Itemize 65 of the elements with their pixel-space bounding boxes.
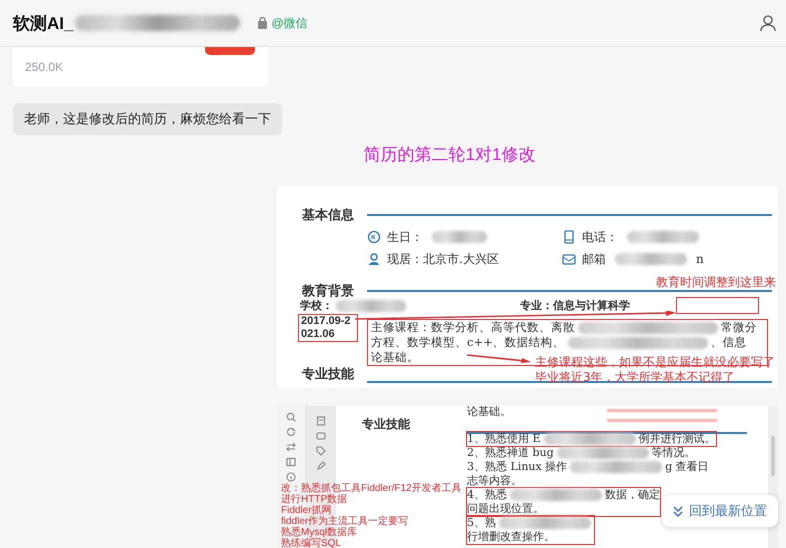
field-label: 电话： bbox=[582, 228, 618, 246]
double-chevron-icon bbox=[673, 506, 683, 516]
phone-icon bbox=[562, 230, 576, 244]
document-text: 5、熟 bbox=[467, 516, 496, 530]
course-text: 、信息 bbox=[710, 335, 747, 350]
birthday-icon bbox=[367, 230, 381, 244]
person-icon bbox=[760, 14, 778, 32]
field-value: n bbox=[696, 252, 704, 266]
annotation-text: 毕业将近3年，大学所学基本不记得了 bbox=[535, 370, 735, 385]
search-icon bbox=[286, 412, 296, 422]
panel-icon bbox=[286, 457, 296, 467]
section-heading: 专业技能 bbox=[362, 418, 411, 430]
swap-icon bbox=[286, 442, 296, 452]
school-label: 学校： bbox=[300, 298, 333, 313]
comment-icon bbox=[316, 431, 326, 441]
document-text: 问题出现位置。 bbox=[467, 502, 544, 516]
document-text: 论基础。 bbox=[467, 406, 512, 418]
document-text: 行增删改查操作。 bbox=[467, 530, 555, 544]
document-text: 数据，确定 bbox=[605, 488, 660, 502]
jump-to-latest-button[interactable]: 回到最新位置 bbox=[662, 495, 778, 527]
education-dates: 021.06 bbox=[301, 328, 336, 341]
section-heading: 专业技能 bbox=[302, 367, 355, 383]
file-action-button[interactable] bbox=[205, 47, 255, 55]
annotation-text: 熟练编写SQL bbox=[281, 538, 342, 548]
section-heading: 教育背景 bbox=[302, 282, 355, 300]
field-label: 现居：北京市.大兴区 bbox=[387, 250, 499, 268]
annotation-text: 改：熟悉抓包工具Fiddler/F12开发者工具 bbox=[281, 483, 462, 494]
course-text: 论基础。 bbox=[371, 350, 419, 365]
arrow bbox=[467, 354, 531, 364]
annotation-text: fiddler作为主流工具一定要写 bbox=[281, 516, 408, 527]
course-text: 主修课程：数学分析、高等代数、离散 bbox=[371, 320, 575, 335]
annotation-text: Fiddler抓网 bbox=[281, 505, 332, 516]
refresh-icon bbox=[286, 427, 296, 437]
document-text: 2、熟悉禅道 bug bbox=[467, 446, 554, 460]
location-icon bbox=[367, 252, 381, 266]
tag-icon bbox=[316, 446, 326, 456]
document-text: 等情况。 bbox=[652, 446, 696, 460]
document-text: g 查看日 bbox=[665, 460, 709, 474]
document-text: 1、熟悉使用 E bbox=[467, 432, 541, 446]
annotation-text: 熟悉Mysql数据库 bbox=[281, 527, 358, 538]
message-bubble: 老师，这是修改后的简历，麻烦您给看一下 bbox=[13, 103, 282, 135]
blurred-text bbox=[336, 300, 406, 312]
mail-icon bbox=[562, 252, 576, 266]
education-dates: 2017.09-2 bbox=[301, 315, 352, 328]
document-icon bbox=[316, 416, 326, 426]
pen-icon bbox=[316, 461, 326, 471]
document-text: 例并进行测试。 bbox=[638, 432, 716, 446]
account-source: @微信 bbox=[271, 14, 308, 32]
file-size: 250.0K bbox=[25, 60, 64, 74]
document-text: 志等内容。 bbox=[467, 474, 522, 488]
annotation-text: 教育时间调整到这里来 bbox=[656, 275, 776, 290]
course-text: 方程、数学模型、c++、数据结构、 bbox=[371, 335, 565, 350]
scrollbar bbox=[771, 436, 775, 476]
chat-title: 软测AI_ bbox=[13, 12, 74, 34]
section-heading: 基本信息 bbox=[302, 207, 355, 224]
info-icon bbox=[286, 472, 296, 482]
major-label: 专业：信息与计算科学 bbox=[520, 298, 630, 313]
document-text: 3、熟悉 Linux 操作 bbox=[467, 460, 568, 474]
course-text: 常微分 bbox=[721, 320, 757, 335]
annotation-text: 进行HTTP数据 bbox=[281, 494, 348, 505]
field-label: 邮箱 bbox=[582, 250, 606, 268]
field-label: 生日： bbox=[387, 228, 423, 246]
lock-icon bbox=[258, 17, 268, 29]
document-text: 4、熟悉 bbox=[467, 488, 507, 502]
annotation-text: 简历的第二轮1对1修改 bbox=[364, 145, 536, 164]
